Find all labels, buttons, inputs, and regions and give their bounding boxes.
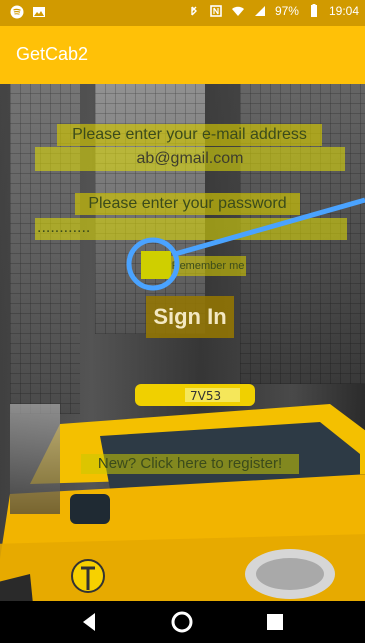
- sign-in-button[interactable]: Sign In: [146, 296, 234, 338]
- remember-me-label: Remember me: [170, 256, 246, 276]
- image-icon: [33, 7, 45, 17]
- status-bar: 97% 19:04: [0, 0, 365, 26]
- password-hint: Please enter your password: [75, 193, 300, 215]
- status-right: 97% 19:04: [187, 4, 359, 18]
- taxi-plate: 7V53: [190, 389, 221, 403]
- app-bar: GetCab2: [0, 26, 365, 84]
- password-input[interactable]: ............: [35, 218, 347, 240]
- app-title: GetCab2: [16, 44, 89, 64]
- status-time: 19:04: [328, 4, 359, 18]
- nfc-icon: [210, 5, 222, 17]
- device-screen: 97% 19:04 GetCab2 7V53 Please enter your…: [0, 0, 365, 643]
- background-car: [10, 404, 60, 514]
- battery-percent: 97%: [274, 4, 299, 18]
- wifi-icon: [231, 6, 244, 16]
- signal-icon: [254, 6, 265, 16]
- battery-icon: [310, 4, 317, 17]
- home-icon[interactable]: [162, 601, 202, 643]
- bluetooth-icon: [191, 6, 197, 16]
- spotify-icon: [10, 5, 24, 19]
- status-left: [10, 5, 46, 19]
- remember-me-checkbox[interactable]: [141, 251, 171, 279]
- register-link[interactable]: New? Click here to register!: [81, 454, 299, 474]
- recents-icon[interactable]: [255, 601, 295, 643]
- email-hint: Please enter your e-mail address: [57, 124, 322, 146]
- back-icon[interactable]: [70, 601, 110, 643]
- email-input[interactable]: ab@gmail.com: [35, 147, 345, 171]
- navigation-bar: [0, 601, 365, 643]
